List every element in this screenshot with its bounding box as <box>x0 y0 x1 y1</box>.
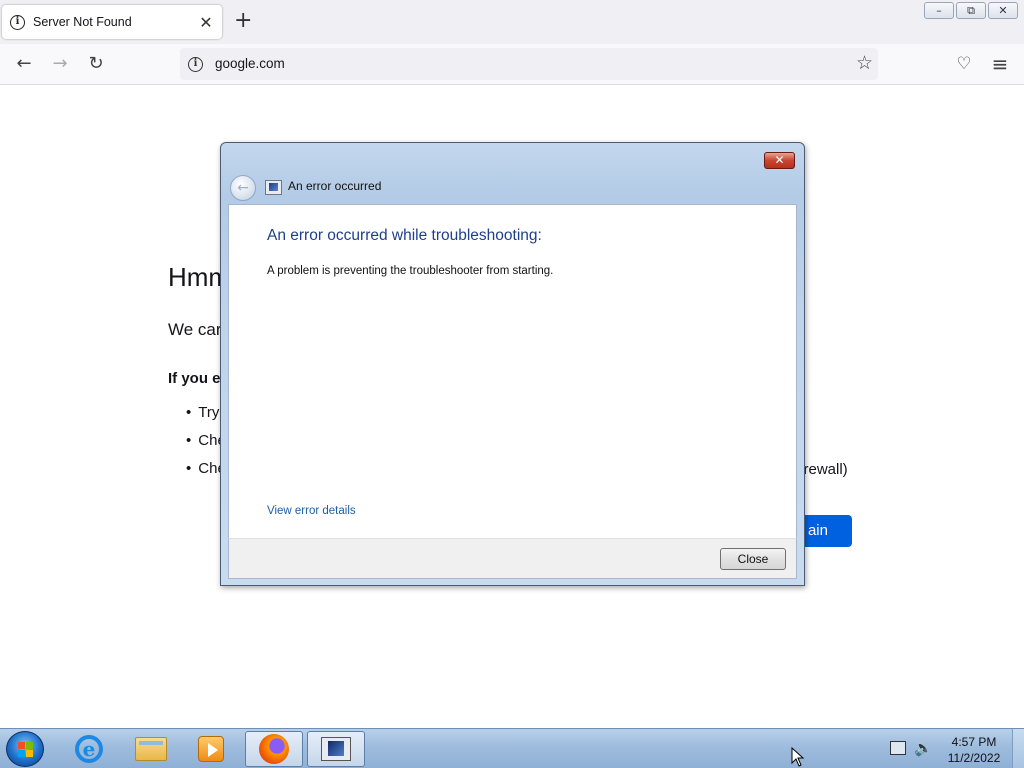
menu-icon[interactable]: ≡ <box>988 53 1012 75</box>
window-close-button[interactable]: ✕ <box>988 2 1018 19</box>
forward-button[interactable]: → <box>48 53 72 75</box>
view-error-details-link[interactable]: View error details <box>267 505 356 517</box>
start-button[interactable] <box>6 731 44 767</box>
firefox-taskbar-button[interactable] <box>245 731 303 767</box>
restore-button[interactable]: ⧉ <box>956 2 986 19</box>
dialog-title: An error occurred <box>288 179 382 193</box>
troubleshooter-taskbar-button[interactable] <box>307 731 365 767</box>
volume-icon[interactable]: 🔈 <box>914 739 933 757</box>
close-button[interactable]: Close <box>720 548 786 570</box>
tab-close-icon[interactable]: ✕ <box>198 13 214 32</box>
troubleshooter-icon <box>265 180 282 195</box>
folder-icon <box>135 737 167 761</box>
reload-button[interactable]: ↻ <box>84 53 108 75</box>
internet-explorer-icon: e <box>75 735 103 763</box>
clock-time: 4:57 PM <box>951 735 997 749</box>
minimize-button[interactable]: – <box>924 2 954 19</box>
browser-tab[interactable]: i Server Not Found ✕ <box>2 5 222 39</box>
error-page-subtitle: We car <box>168 320 222 339</box>
error-dialog: ✕ ← An error occurred An error occurred … <box>220 142 805 586</box>
site-info-icon[interactable]: i <box>188 57 203 72</box>
info-icon: i <box>10 14 25 30</box>
error-page-suggestions-heading: If you e <box>168 370 221 387</box>
network-icon[interactable] <box>890 741 906 755</box>
media-player-button[interactable] <box>182 731 240 767</box>
internet-explorer-button[interactable]: e <box>60 731 118 767</box>
taskbar: e 🔈 4:57 PM 11/2/2022 <box>0 728 1024 768</box>
back-button[interactable]: ← <box>12 53 36 75</box>
dialog-footer: Close <box>228 538 797 579</box>
file-explorer-button[interactable] <box>122 731 180 767</box>
firefox-icon <box>259 734 289 764</box>
navigation-bar: ← → ↻ i google.com ☆ ♡ ≡ <box>0 44 1024 85</box>
show-desktop-button[interactable] <box>1012 729 1024 768</box>
tab-title: Server Not Found <box>33 15 132 29</box>
bookmark-star-icon[interactable]: ☆ <box>856 52 873 74</box>
pocket-icon[interactable]: ♡ <box>952 53 976 75</box>
dialog-message: A problem is preventing the troubleshoot… <box>267 265 554 277</box>
media-player-icon <box>198 736 224 762</box>
new-tab-button[interactable]: + <box>234 10 252 32</box>
dialog-close-icon[interactable]: ✕ <box>764 152 795 169</box>
window-controls: – ⧉ ✕ <box>924 2 1018 19</box>
system-clock[interactable]: 4:57 PM 11/2/2022 <box>940 734 1008 766</box>
clock-date: 11/2/2022 <box>947 751 1001 765</box>
address-bar[interactable]: i google.com ☆ <box>180 48 878 80</box>
dialog-back-button[interactable]: ← <box>230 175 256 201</box>
dialog-heading: An error occurred while troubleshooting: <box>267 227 542 244</box>
url-text[interactable]: google.com <box>215 56 285 71</box>
troubleshooter-taskbar-icon <box>321 737 351 761</box>
browser-tab-bar: i Server Not Found ✕ + – ⧉ ✕ <box>0 0 1024 44</box>
dialog-body: An error occurred while troubleshooting:… <box>228 204 797 538</box>
windows-logo-icon <box>18 742 34 757</box>
